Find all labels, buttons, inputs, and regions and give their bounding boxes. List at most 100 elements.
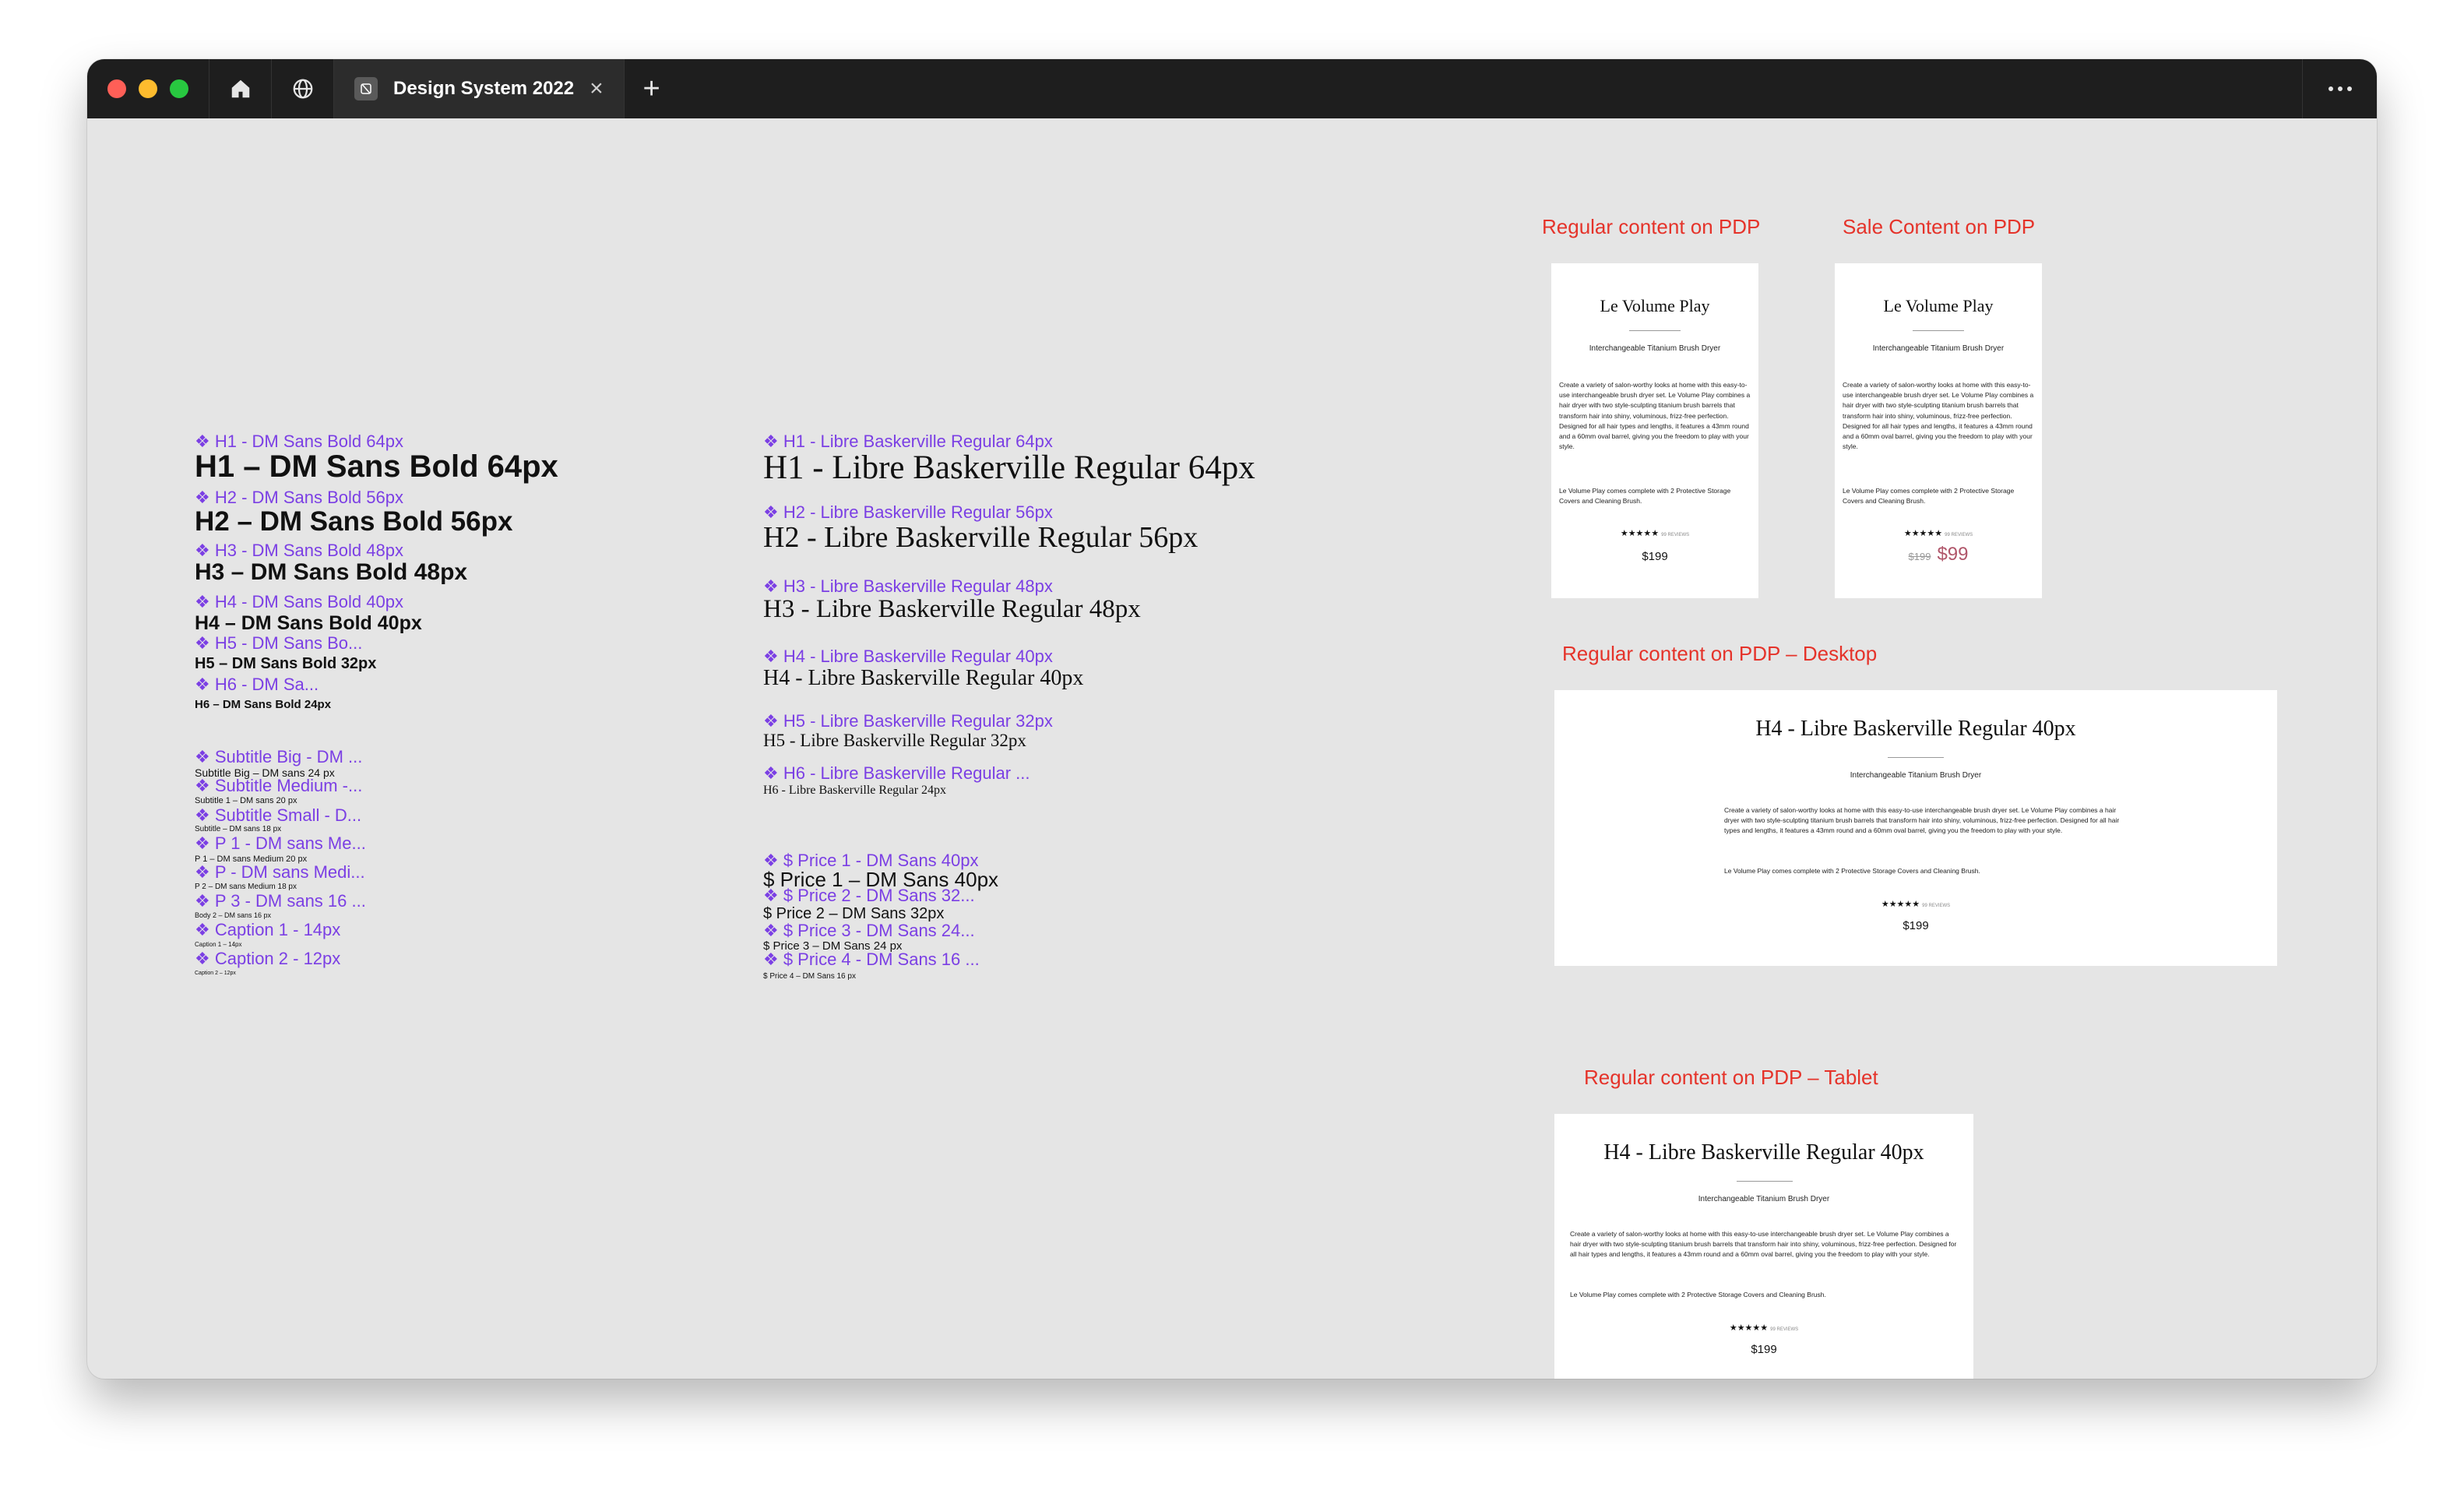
type-sample[interactable]: Caption 1 – 14px [195, 941, 242, 948]
component-label[interactable]: ❖ H2 - DM Sans Bold 56px [195, 488, 403, 508]
type-sample[interactable]: H2 – DM Sans Bold 56px [195, 506, 512, 537]
dot-icon [2337, 86, 2343, 91]
reviews-count: 99 REVIEWS [1770, 1327, 1799, 1332]
minimize-window-button[interactable] [139, 79, 157, 98]
type-sample[interactable]: H6 – DM Sans Bold 24px [195, 698, 331, 711]
pdp-sale-card[interactable]: Le Volume Play Interchangeable Titanium … [1835, 263, 2042, 598]
design-canvas[interactable]: ❖ H1 - DM Sans Bold 64px H1 – DM Sans Bo… [87, 118, 2377, 1379]
pdp-tablet-card[interactable]: H4 - Libre Baskerville Regular 40px Inte… [1554, 1114, 1973, 1379]
reviews-count: 99 REVIEWS [1661, 533, 1690, 537]
component-label[interactable]: ❖ H6 - Libre Baskerville Regular ... [763, 763, 1030, 784]
component-label[interactable]: ❖ $ Price 3 - DM Sans 24... [763, 921, 975, 941]
globe-icon [293, 79, 312, 99]
product-subtitle: Interchangeable Titanium Brush Dryer [1872, 344, 2005, 353]
maximize-window-button[interactable] [170, 79, 188, 98]
reviews-count: 99 REVIEWS [1945, 533, 1973, 537]
pdp-regular-card[interactable]: Le Volume Play Interchangeable Titanium … [1551, 263, 1758, 598]
price: $199 $99 [1835, 544, 2042, 566]
tab-design-system[interactable]: Design System 2022 × [333, 59, 625, 118]
product-subtitle: Interchangeable Titanium Brush Dryer [1698, 1195, 1830, 1203]
dot-icon [2346, 86, 2352, 91]
type-sample[interactable]: H4 – DM Sans Bold 40px [195, 612, 422, 635]
component-label[interactable]: ❖ H3 - Libre Baskerville Regular 48px [763, 576, 1053, 597]
rating: ★★★★★ 99 REVIEWS [1551, 528, 1758, 538]
component-label[interactable]: ❖ H5 - DM Sans Bo... [195, 633, 362, 654]
community-button[interactable] [271, 59, 333, 118]
type-sample[interactable]: Caption 2 – 12px [195, 971, 236, 976]
product-includes: Le Volume Play comes complete with 2 Pro… [1843, 487, 2015, 506]
type-sample[interactable]: H6 - Libre Baskerville Regular 24px [763, 784, 946, 798]
component-label[interactable]: ❖ P 3 - DM sans 16 ... [195, 891, 366, 911]
app-window: Design System 2022 × + ❖ H1 - DM Sans Bo… [87, 59, 2377, 1379]
rating: ★★★★★ 99 REVIEWS [1554, 1323, 1973, 1333]
type-sample[interactable]: Body 2 – DM sans 16 px [195, 911, 271, 919]
home-button[interactable] [209, 59, 271, 118]
frame-label[interactable]: Sale Content on PDP [1843, 215, 2035, 239]
stars: ★★★★★ [1620, 529, 1660, 538]
more-options-button[interactable] [2302, 59, 2377, 118]
type-sample[interactable]: H2 - Libre Baskerville Regular 56px [763, 520, 1198, 555]
product-description: Create a variety of salon-worthy looks a… [1724, 806, 2120, 835]
type-sample[interactable]: H5 – DM Sans Bold 32px [195, 655, 376, 673]
frame-label[interactable]: Regular content on PDP [1542, 215, 1760, 239]
type-sample[interactable]: H3 – DM Sans Bold 48px [195, 559, 467, 586]
divider [1913, 330, 1964, 331]
component-label[interactable]: ❖ $ Price 2 - DM Sans 32... [763, 886, 975, 906]
rating: ★★★★★ 99 REVIEWS [1554, 899, 2277, 909]
type-sample[interactable]: Subtitle – DM sans 18 px [195, 825, 281, 833]
tab-title: Design System 2022 [393, 78, 575, 99]
frame-label[interactable]: Regular content on PDP – Desktop [1562, 642, 1877, 666]
component-label[interactable]: ❖ H4 - Libre Baskerville Regular 40px [763, 647, 1053, 667]
component-label[interactable]: ❖ Subtitle Medium -... [195, 776, 362, 796]
product-title: H4 - Libre Baskerville Regular 40px [1755, 717, 2076, 741]
new-tab-button[interactable]: + [625, 59, 679, 118]
product-description: Create a variety of salon-worthy looks a… [1559, 381, 1751, 451]
window-controls [107, 79, 188, 98]
title-bar: Design System 2022 × + [87, 59, 2377, 118]
component-label[interactable]: ❖ Caption 1 - 14px [195, 920, 340, 940]
component-label[interactable]: ❖ $ Price 4 - DM Sans 16 ... [763, 950, 980, 970]
type-sample[interactable]: P 2 – DM sans Medium 18 px [195, 883, 297, 891]
stars: ★★★★★ [1729, 1323, 1769, 1333]
component-label[interactable]: ❖ H4 - DM Sans Bold 40px [195, 592, 403, 612]
reviews-count: 99 REVIEWS [1922, 904, 1951, 908]
price-sample[interactable]: $ Price 4 – DM Sans 16 px [763, 972, 856, 981]
price: $199 [1751, 1343, 1777, 1356]
divider [1629, 330, 1681, 331]
component-label[interactable]: ❖ H6 - DM Sa... [195, 675, 319, 695]
product-description: Create a variety of salon-worthy looks a… [1843, 381, 2034, 451]
product-title: Le Volume Play [1883, 296, 1994, 315]
component-label[interactable]: ❖ P 1 - DM sans Me... [195, 833, 366, 854]
frame-label[interactable]: Regular content on PDP – Tablet [1584, 1066, 1878, 1090]
type-sample[interactable]: H1 – DM Sans Bold 64px [195, 449, 558, 484]
component-label[interactable]: ❖ Subtitle Small - D... [195, 805, 361, 826]
file-icon [354, 77, 378, 100]
type-sample[interactable]: Subtitle 1 – DM sans 20 px [195, 796, 297, 805]
sale-price: $99 [1937, 544, 1969, 565]
type-sample[interactable]: H4 - Libre Baskerville Regular 40px [763, 666, 1083, 691]
product-title: Le Volume Play [1600, 296, 1710, 315]
type-sample[interactable]: H1 - Libre Baskerville Regular 64px [763, 449, 1255, 487]
type-sample[interactable]: H5 - Libre Baskerville Regular 32px [763, 731, 1026, 751]
dot-icon [2328, 86, 2333, 91]
rating: ★★★★★ 99 REVIEWS [1835, 528, 2042, 538]
divider [1737, 1181, 1793, 1182]
type-sample[interactable]: H3 - Libre Baskerville Regular 48px [763, 595, 1141, 624]
stars: ★★★★★ [1881, 900, 1920, 909]
pdp-desktop-card[interactable]: H4 - Libre Baskerville Regular 40px Inte… [1554, 690, 2277, 966]
stars: ★★★★★ [1903, 529, 1943, 538]
close-tab-icon[interactable]: × [590, 77, 604, 100]
product-includes: Le Volume Play comes complete with 2 Pro… [1559, 487, 1731, 506]
price: $199 [1642, 550, 1668, 563]
component-label[interactable]: ❖ H5 - Libre Baskerville Regular 32px [763, 711, 1053, 731]
product-title: H4 - Libre Baskerville Regular 40px [1603, 1140, 1924, 1165]
product-includes: Le Volume Play comes complete with 2 Pro… [1724, 867, 1980, 875]
component-label[interactable]: ❖ Caption 2 - 12px [195, 949, 340, 969]
close-window-button[interactable] [107, 79, 126, 98]
product-subtitle: Interchangeable Titanium Brush Dryer [1589, 344, 1721, 353]
component-label[interactable]: ❖ H3 - DM Sans Bold 48px [195, 541, 403, 561]
component-label[interactable]: ❖ Subtitle Big - DM ... [195, 747, 362, 767]
product-description: Create a variety of salon-worthy looks a… [1570, 1230, 1957, 1259]
component-label[interactable]: ❖ P - DM sans Medi... [195, 862, 365, 883]
product-subtitle: Interchangeable Titanium Brush Dryer [1850, 771, 1982, 780]
